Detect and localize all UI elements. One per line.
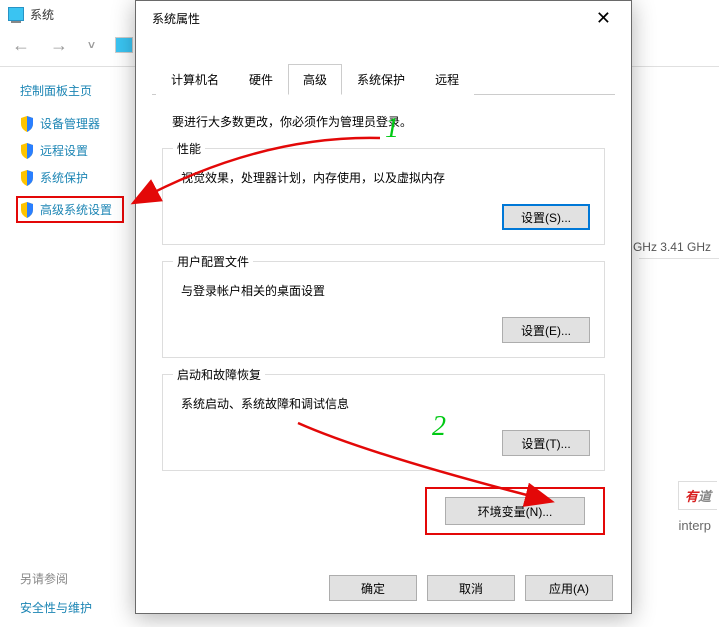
youdao-brand: 有道 xyxy=(678,481,717,510)
tab-computer-name[interactable]: 计算机名 xyxy=(156,64,234,95)
group-title: 用户配置文件 xyxy=(173,253,253,270)
sidebar-item-label: 系统保护 xyxy=(40,169,88,186)
annotation-highlight-sidebar: 高级系统设置 xyxy=(16,196,124,223)
sidebar-item-device-manager[interactable]: 设备管理器 xyxy=(20,115,140,132)
divider xyxy=(639,258,719,259)
sidebar-item-advanced-settings[interactable]: 高级系统设置 xyxy=(20,201,112,218)
shield-icon xyxy=(20,116,34,132)
annotation-highlight-env: 环境变量(N)... xyxy=(425,487,605,535)
sidebar-item-system-protection[interactable]: 系统保护 xyxy=(20,169,140,186)
forward-arrow-icon[interactable]: → xyxy=(50,35,68,56)
cancel-button[interactable]: 取消 xyxy=(427,575,515,601)
sidebar-item-remote-settings[interactable]: 远程设置 xyxy=(20,142,140,159)
group-title: 性能 xyxy=(173,140,205,157)
ok-button[interactable]: 确定 xyxy=(329,575,417,601)
group-desc: 视觉效果，处理器计划，内存使用，以及虚拟内存 xyxy=(181,169,590,186)
address-monitor-icon xyxy=(115,37,133,53)
control-panel-sidebar: 控制面板主页 设备管理器 远程设置 系统保护 高级系统设置 xyxy=(20,82,140,223)
sidebar-title[interactable]: 控制面板主页 xyxy=(20,82,140,99)
close-icon[interactable]: ✕ xyxy=(588,8,619,29)
dialog-title: 系统属性 xyxy=(152,10,200,27)
dialog-tabs: 计算机名 硬件 高级 系统保护 远程 xyxy=(152,63,615,95)
startup-recovery-settings-button[interactable]: 设置(T)... xyxy=(502,430,590,456)
bg-window-title: 系统 xyxy=(30,6,54,23)
group-desc: 与登录帐户相关的桌面设置 xyxy=(181,282,590,299)
user-profile-settings-button[interactable]: 设置(E)... xyxy=(502,317,590,343)
back-arrow-icon[interactable]: ← xyxy=(12,35,30,56)
startup-recovery-group: 启动和故障恢复 系统启动、系统故障和调试信息 设置(T)... xyxy=(162,374,605,471)
cut-text: interp xyxy=(678,518,711,533)
shield-icon xyxy=(20,202,34,218)
admin-note-text: 要进行大多数更改，你必须作为管理员登录。 xyxy=(172,113,605,130)
shield-icon xyxy=(20,143,34,159)
performance-settings-button[interactable]: 设置(S)... xyxy=(502,204,590,230)
tab-remote[interactable]: 远程 xyxy=(420,64,474,95)
tab-advanced[interactable]: 高级 xyxy=(288,64,342,95)
see-also-section: 另请参阅 安全性与维护 xyxy=(20,570,92,616)
dialog-titlebar: 系统属性 ✕ xyxy=(136,1,631,35)
group-desc: 系统启动、系统故障和调试信息 xyxy=(181,395,590,412)
sidebar-item-label: 设备管理器 xyxy=(40,115,100,132)
system-properties-dialog: 系统属性 ✕ 计算机名 硬件 高级 系统保护 远程 要进行大多数更改，你必须作为… xyxy=(135,0,632,614)
group-title: 启动和故障恢复 xyxy=(173,366,265,383)
security-maintenance-link[interactable]: 安全性与维护 xyxy=(20,599,92,616)
env-var-row: 环境变量(N)... xyxy=(162,487,605,535)
up-arrow-icon[interactable]: ˅ xyxy=(88,38,95,52)
user-profile-group: 用户配置文件 与登录帐户相关的桌面设置 设置(E)... xyxy=(162,261,605,358)
shield-icon xyxy=(20,170,34,186)
tab-system-protection[interactable]: 系统保护 xyxy=(342,64,420,95)
sidebar-item-label: 远程设置 xyxy=(40,142,88,159)
performance-group: 性能 视觉效果，处理器计划，内存使用，以及虚拟内存 设置(S)... xyxy=(162,148,605,245)
apply-button[interactable]: 应用(A) xyxy=(525,575,613,601)
dialog-footer: 确定 取消 应用(A) xyxy=(329,575,613,601)
dialog-body: 要进行大多数更改，你必须作为管理员登录。 性能 视觉效果，处理器计划，内存使用，… xyxy=(136,95,631,549)
see-also-title: 另请参阅 xyxy=(20,570,92,587)
cpu-ghz-text: GHz 3.41 GHz xyxy=(633,240,711,254)
environment-variables-button[interactable]: 环境变量(N)... xyxy=(445,497,585,525)
tab-hardware[interactable]: 硬件 xyxy=(234,64,288,95)
sidebar-item-label: 高级系统设置 xyxy=(40,201,112,218)
monitor-icon xyxy=(8,7,24,21)
